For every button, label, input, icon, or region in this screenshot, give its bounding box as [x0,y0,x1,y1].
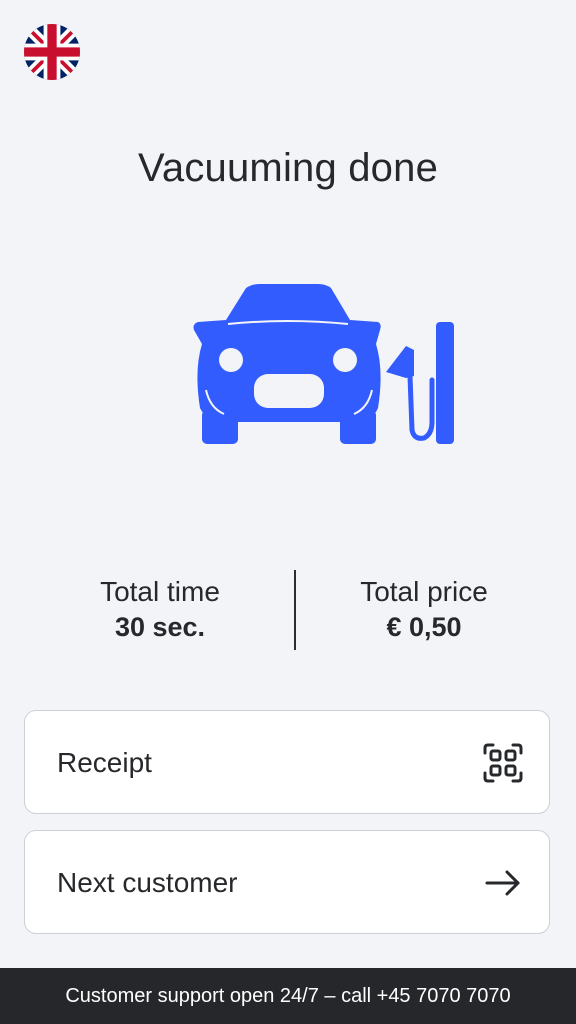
total-price-block: Total price € 0,50 [294,574,554,644]
receipt-button[interactable]: Receipt [24,710,550,814]
total-price-label: Total price [360,576,488,607]
summary-section: Total time 30 sec. Total price € 0,50 [0,570,576,650]
language-flag-button[interactable] [24,24,80,80]
car-vacuum-illustration [188,280,460,450]
next-customer-button-label: Next customer [57,867,238,898]
receipt-button-label: Receipt [57,747,152,778]
next-customer-button[interactable]: Next customer [24,830,550,934]
uk-flag-icon [24,24,80,80]
total-price-value: € 0,50 [386,612,462,642]
total-time-value: 30 sec. [114,612,206,642]
arrow-right-icon [483,863,523,903]
page-title: Vacuuming done [137,146,439,190]
total-time-block: Total time 30 sec. [30,574,290,644]
support-footer: Customer support open 24/7 – call +45 70… [0,968,576,1024]
total-time-label: Total time [100,576,220,607]
car-vacuum-icon [193,284,454,444]
qr-code-icon [483,743,523,783]
